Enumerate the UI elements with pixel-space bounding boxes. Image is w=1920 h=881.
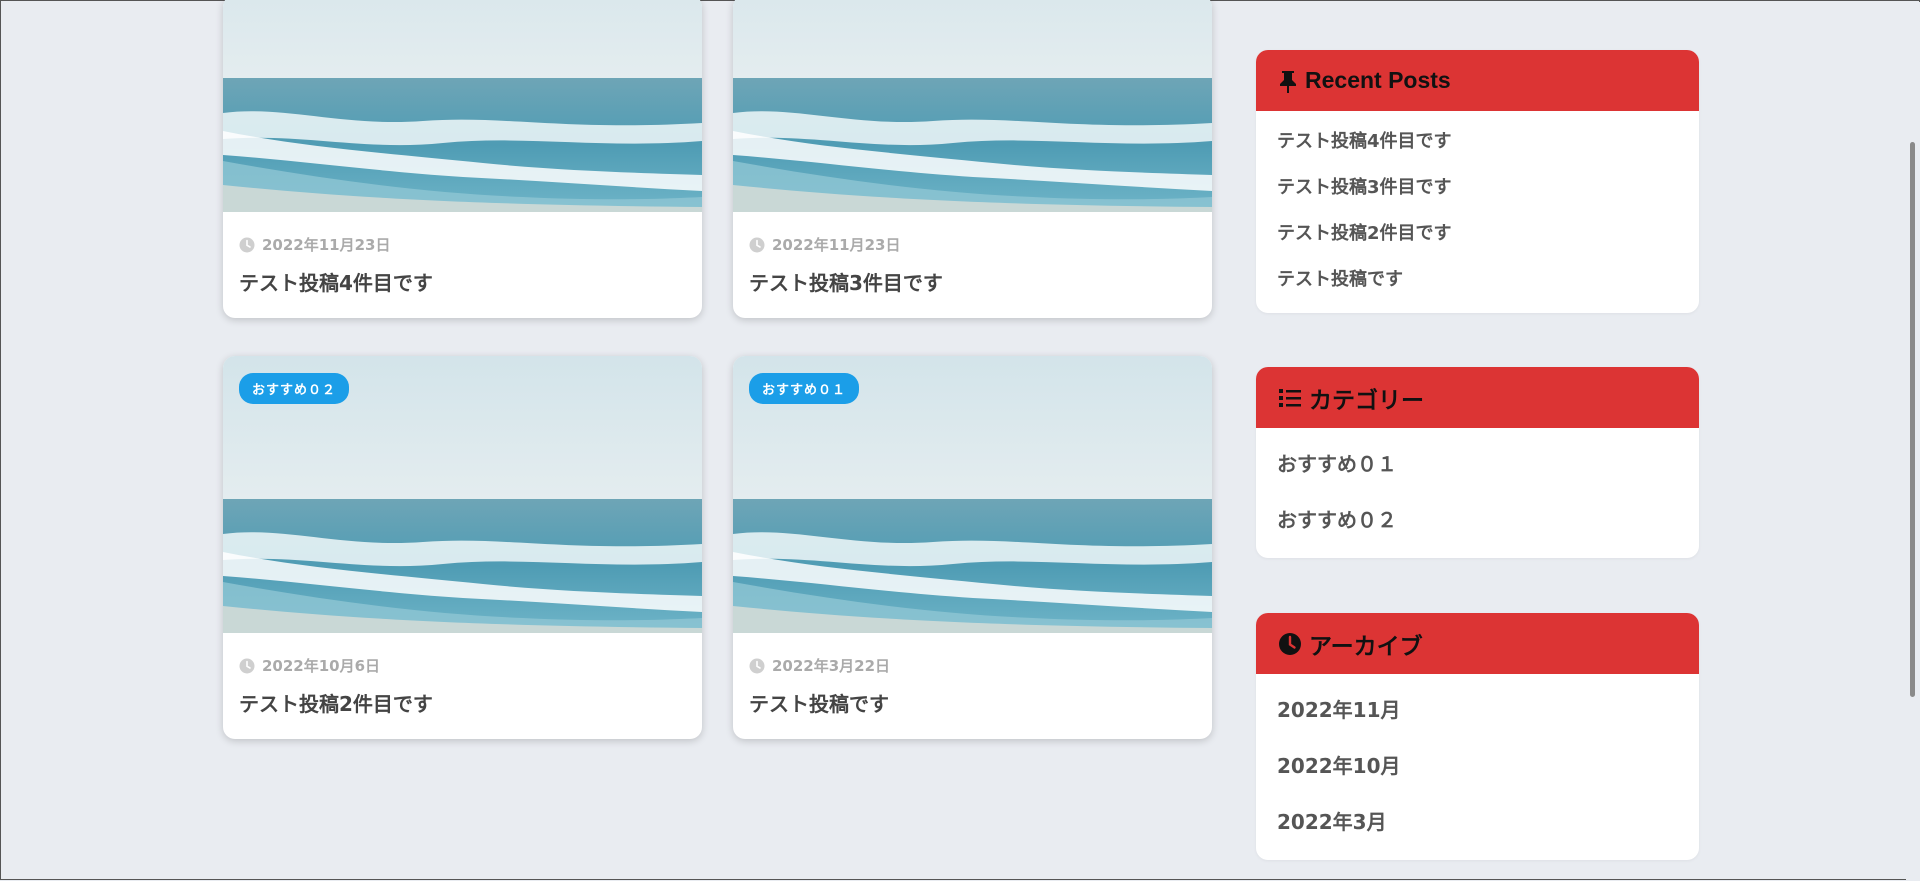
post-thumbnail[interactable]: おすすめ０１ — [733, 356, 1212, 633]
list-item[interactable]: おすすめ０１ — [1277, 436, 1678, 492]
scrollbar[interactable] — [1906, 2, 1920, 880]
recent-posts-widget: Recent Posts テスト投稿4件目です テスト投稿3件目です テスト投稿… — [1256, 50, 1699, 313]
recent-posts-list: テスト投稿4件目です テスト投稿3件目です テスト投稿2件目です テスト投稿です — [1256, 111, 1699, 313]
list-item[interactable]: テスト投稿です — [1277, 257, 1678, 303]
list-item[interactable]: 2022年10月 — [1277, 738, 1678, 794]
list-item[interactable]: テスト投稿2件目です — [1277, 211, 1678, 257]
post-card[interactable]: 2022年11月23日 テスト投稿3件目です — [733, 0, 1212, 318]
clock-icon — [239, 237, 255, 253]
list-item[interactable]: 2022年3月 — [1277, 794, 1678, 850]
widget-title: Recent Posts — [1305, 67, 1451, 93]
list-item[interactable]: テスト投稿3件目です — [1277, 165, 1678, 211]
post-card[interactable]: おすすめ０２ 2022年10月6日 テスト投稿2件目です — [223, 356, 702, 739]
category-badge[interactable]: おすすめ０１ — [749, 373, 860, 404]
pin-icon — [1280, 70, 1296, 93]
categories-list: おすすめ０１ おすすめ０２ — [1256, 428, 1699, 558]
post-meta: 2022年10月6日 — [223, 633, 702, 676]
main-content: 2022年11月23日 テスト投稿4件目です 2022年11月23日 テスト投稿… — [1, 0, 1920, 881]
post-title[interactable]: テスト投稿4件目です — [223, 255, 702, 318]
list-item[interactable]: 2022年11月 — [1277, 682, 1678, 738]
categories-widget: カテゴリー おすすめ０１ おすすめ０２ — [1256, 367, 1699, 558]
post-date: 2022年11月23日 — [772, 236, 901, 254]
clock-icon — [239, 658, 255, 674]
widget-header: アーカイブ — [1256, 613, 1699, 674]
widget-title: カテゴリー — [1309, 386, 1424, 413]
post-card[interactable]: 2022年11月23日 テスト投稿4件目です — [223, 0, 702, 318]
post-meta: 2022年11月23日 — [223, 212, 702, 255]
post-card[interactable]: おすすめ０１ 2022年3月22日 テスト投稿です — [733, 356, 1212, 739]
archive-widget: アーカイブ 2022年11月 2022年10月 2022年3月 — [1256, 613, 1699, 860]
list-item[interactable]: テスト投稿4件目です — [1277, 119, 1678, 165]
widget-title: アーカイブ — [1309, 632, 1423, 659]
post-date: 2022年3月22日 — [772, 657, 891, 675]
post-thumbnail[interactable] — [733, 0, 1212, 212]
scrollbar-thumb[interactable] — [1910, 142, 1915, 697]
archive-list: 2022年11月 2022年10月 2022年3月 — [1256, 674, 1699, 860]
widget-header: Recent Posts — [1256, 50, 1699, 111]
clock-icon — [749, 237, 765, 253]
clock-icon — [749, 658, 765, 674]
post-date: 2022年10月6日 — [262, 657, 381, 675]
post-title[interactable]: テスト投稿です — [733, 676, 1212, 739]
post-thumbnail[interactable]: おすすめ０２ — [223, 356, 702, 633]
post-meta: 2022年3月22日 — [733, 633, 1212, 676]
list-icon — [1279, 388, 1301, 407]
list-item[interactable]: おすすめ０２ — [1277, 492, 1678, 548]
post-title[interactable]: テスト投稿2件目です — [223, 676, 702, 739]
widget-header: カテゴリー — [1256, 367, 1699, 428]
post-meta: 2022年11月23日 — [733, 212, 1212, 255]
post-title[interactable]: テスト投稿3件目です — [733, 255, 1212, 318]
clock-icon — [1279, 632, 1301, 655]
category-badge[interactable]: おすすめ０２ — [239, 373, 350, 404]
post-date: 2022年11月23日 — [262, 236, 391, 254]
post-thumbnail[interactable] — [223, 0, 702, 212]
